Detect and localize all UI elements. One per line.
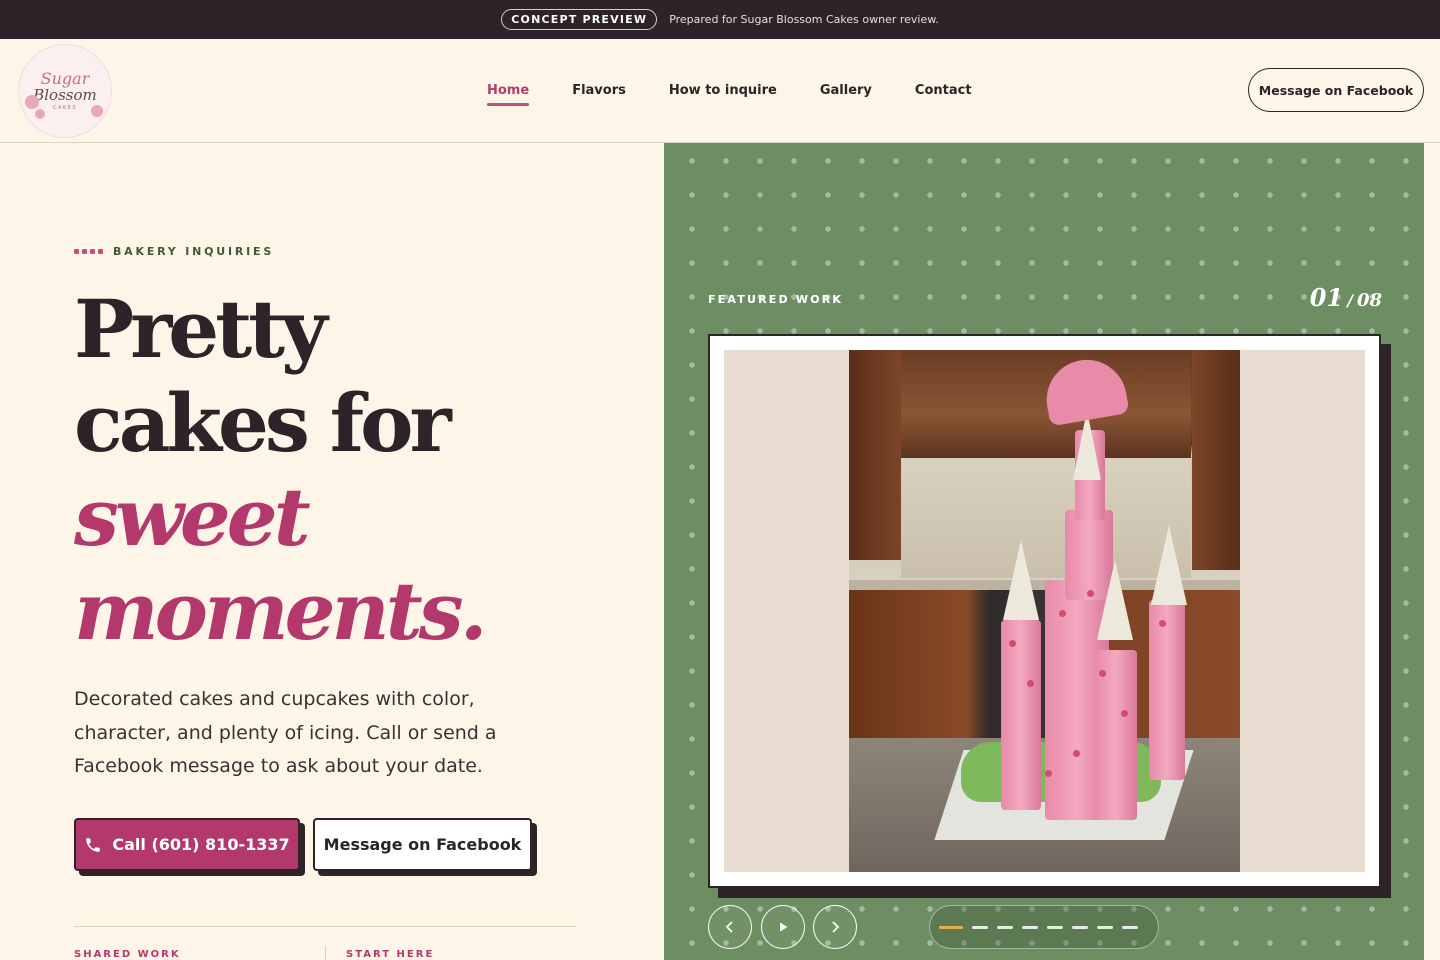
hero-divider	[74, 926, 576, 927]
brand-logo[interactable]: Sugar Blossom CAKES	[18, 44, 112, 138]
photo-mat	[724, 350, 1365, 872]
nav-item-contact[interactable]: Contact	[915, 83, 972, 106]
carousel-progress	[929, 905, 1159, 949]
chevron-right-icon	[832, 921, 840, 933]
featured-photo-frame	[708, 334, 1381, 888]
eyebrow-dots-icon	[74, 249, 103, 254]
carousel-dot-6[interactable]	[1072, 925, 1088, 929]
carousel-next-button[interactable]	[813, 905, 857, 949]
nav-item-gallery[interactable]: Gallery	[820, 83, 872, 106]
hero-eyebrow: BAKERY INQUIRIES	[74, 245, 274, 258]
logo-text-cakes: CAKES	[52, 105, 78, 111]
chevron-left-icon	[725, 921, 733, 933]
slide-counter-current: 01	[1309, 283, 1344, 312]
carousel-dot-8[interactable]	[1122, 925, 1138, 929]
headline-line-3: sweet	[74, 470, 311, 564]
header-facebook-button[interactable]: Message on Facebook	[1248, 68, 1424, 112]
nav-item-home[interactable]: Home	[487, 83, 530, 106]
logo-flower-icon	[91, 105, 103, 117]
concept-preview-pill: CONCEPT PREVIEW	[501, 9, 658, 30]
slide-counter: 01/08	[1310, 283, 1382, 312]
headline-line-1: Pretty	[74, 282, 328, 376]
logo-flower-icon	[25, 95, 39, 109]
carousel-play-button[interactable]	[761, 905, 805, 949]
concept-preview-bar: CONCEPT PREVIEW Prepared for Sugar Bloss…	[0, 0, 1440, 39]
slide-counter-total: 08	[1356, 290, 1382, 311]
castle-cake-photo[interactable]	[849, 350, 1240, 872]
logo-text-blossom: Blossom	[33, 86, 97, 104]
call-button-label: Call (601) 810-1337	[112, 835, 290, 854]
nav-item-flavors[interactable]: Flavors	[572, 83, 626, 106]
nav-item-how-to-inquire[interactable]: How to inquire	[669, 83, 777, 106]
concept-preview-text: Prepared for Sugar Blossom Cakes owner r…	[669, 13, 939, 26]
shared-work-label: SHARED WORK	[74, 949, 181, 960]
logo-flower-icon	[35, 109, 45, 119]
headline-line-2: cakes for	[74, 376, 452, 470]
play-icon	[780, 922, 788, 932]
hero-headline: Pretty cakes for sweet moments.	[74, 282, 634, 658]
carousel-dot-3[interactable]	[997, 925, 1013, 929]
carousel-dot-1[interactable]	[939, 925, 963, 929]
call-button[interactable]: Call (601) 810-1337	[74, 818, 300, 871]
slide-counter-separator: /	[1347, 291, 1353, 310]
main-nav: Home Flavors How to inquire Gallery Cont…	[487, 83, 972, 106]
phone-icon	[86, 837, 101, 852]
carousel-dot-7[interactable]	[1097, 925, 1113, 929]
hero-subcopy: Decorated cakes and cupcakes with color,…	[74, 688, 497, 777]
hero-facebook-button[interactable]: Message on Facebook	[313, 818, 532, 871]
featured-work-panel: FEATURED WORK 01/08	[664, 143, 1424, 960]
eyebrow-text: BAKERY INQUIRIES	[113, 245, 275, 258]
start-here-label: START HERE	[346, 949, 435, 960]
site-header: Sugar Blossom CAKES Home Flavors How to …	[0, 39, 1440, 143]
carousel-dot-2[interactable]	[972, 925, 988, 929]
carousel-prev-button[interactable]	[708, 905, 752, 949]
carousel-dot-4[interactable]	[1022, 925, 1038, 929]
featured-work-label: FEATURED WORK	[708, 293, 844, 306]
carousel-dot-5[interactable]	[1047, 925, 1063, 929]
logo-text-sugar: Sugar	[40, 69, 90, 88]
headline-line-4: moments.	[74, 564, 488, 658]
hero-vertical-divider	[325, 946, 326, 960]
